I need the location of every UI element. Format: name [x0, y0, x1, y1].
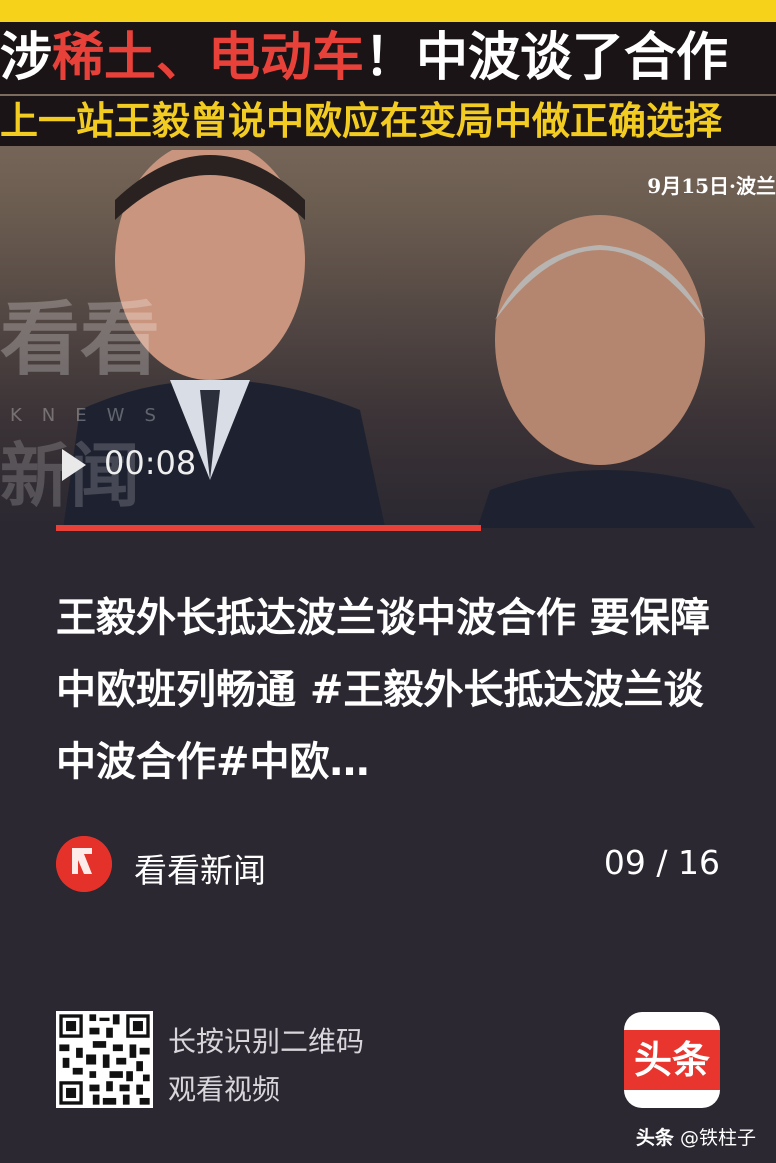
person-right-image [477, 215, 756, 528]
play-icon[interactable] [60, 447, 88, 483]
video-player[interactable]: 涉稀土、电动车！中波谈了合作 上一站王毅曾说中欧应在变局中做正确选择 9月15日… [0, 0, 776, 528]
qr-hint-line1: 长按识别二维码 [168, 1025, 365, 1058]
source-name[interactable]: 看看新闻 [134, 844, 266, 892]
qr-hint-line2: 观看视频 [168, 1073, 281, 1106]
video-headline: 涉稀土、电动车！中波谈了合作 [0, 22, 776, 94]
page-indicator: 09 / 16 [603, 843, 720, 882]
credit-brand: 头条 [635, 1127, 674, 1149]
source-logo-icon[interactable] [56, 836, 112, 892]
author-credit: 头条 @铁柱子 [636, 1123, 756, 1150]
video-timestamp: 00:08 [104, 444, 197, 482]
app-icon-text: 头条 [633, 1038, 710, 1082]
watermark-logo: 看看 [0, 293, 160, 386]
qr-code-icon[interactable] [56, 1011, 153, 1108]
video-subtitle: 上一站王毅曾说中欧应在变局中做正确选择 [0, 96, 776, 146]
toutiao-app-icon[interactable]: 头条 [624, 1012, 720, 1108]
video-progress-bar[interactable] [56, 525, 481, 531]
top-banner-strip [0, 0, 776, 22]
credit-user: @铁柱子 [679, 1127, 756, 1149]
post-title[interactable]: 王毅外长抵达波兰谈中波合作 要保障中欧班列畅通 #王毅外长抵达波兰谈中波合作#中… [56, 582, 726, 798]
